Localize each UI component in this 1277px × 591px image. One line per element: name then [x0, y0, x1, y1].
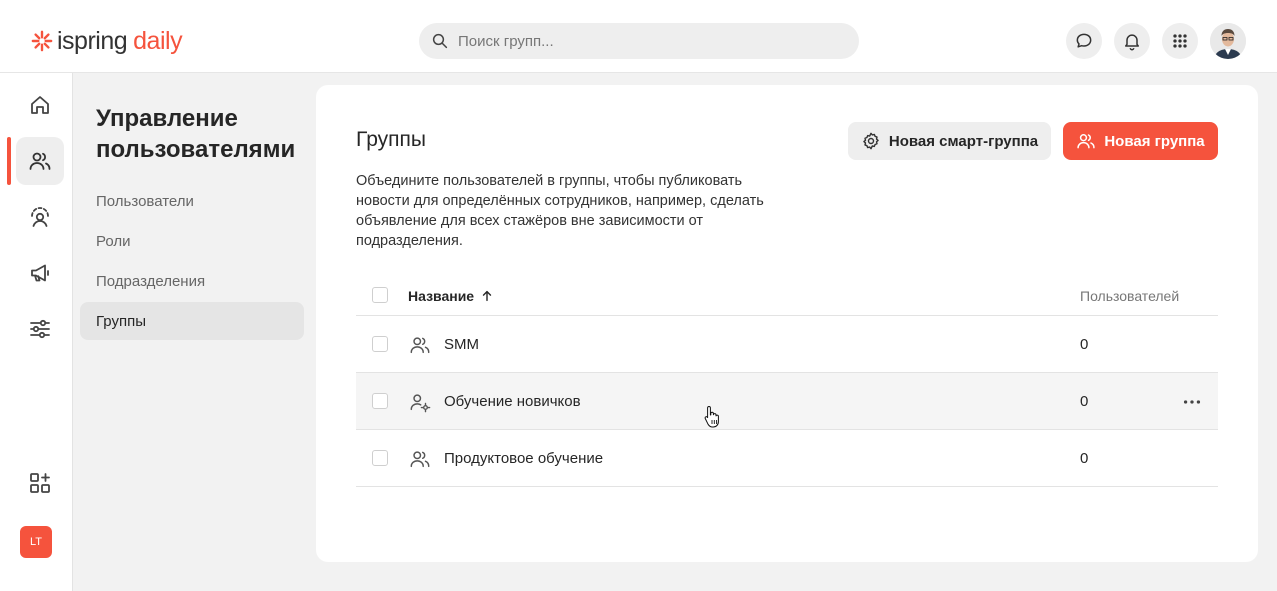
logo-text-daily: daily [133, 26, 183, 55]
search-icon [432, 33, 448, 49]
subnav-item-users[interactable]: Пользователи [80, 182, 304, 220]
group-name[interactable]: Продуктовое обучение [444, 450, 603, 467]
page-description: Объедините пользователей в группы, чтобы… [356, 173, 764, 249]
table-row[interactable]: SMM 0 [356, 316, 1218, 373]
groups-table: Название Пользователей SMM 0 Обучение но… [356, 272, 1218, 487]
table-header: Название Пользователей [356, 272, 1218, 316]
rail-users[interactable] [16, 137, 64, 185]
table-row[interactable]: Обучение новичков 0 [356, 373, 1218, 430]
more-dots-icon [1183, 400, 1201, 404]
new-smart-group-button[interactable]: Новая смарт-группа [848, 122, 1051, 160]
users-icon [410, 451, 430, 468]
hand-cursor-icon [704, 406, 719, 428]
row-checkbox[interactable] [372, 450, 388, 466]
subnav-item-groups[interactable]: Группы [80, 302, 304, 340]
active-indicator [7, 137, 11, 185]
bell-icon [1125, 34, 1139, 51]
section-title: Управление пользователями [96, 105, 296, 163]
search-input[interactable] [458, 32, 838, 50]
rail-trainees[interactable] [16, 193, 64, 241]
new-group-button[interactable]: Новая группа [1063, 122, 1218, 160]
row-more-button[interactable] [1181, 391, 1203, 413]
new-group-label: Новая группа [1104, 132, 1205, 150]
section-nav: Управление пользователями Пользователи Р… [73, 73, 316, 591]
row-checkbox[interactable] [372, 336, 388, 352]
table-row[interactable]: Продуктовое обучение 0 [356, 430, 1218, 487]
notifications-button[interactable] [1114, 23, 1150, 59]
user-avatar[interactable] [1210, 23, 1246, 59]
logo[interactable]: ispring daily [31, 26, 183, 56]
row-checkbox[interactable] [372, 393, 388, 409]
sort-arrow-up-icon [482, 290, 492, 302]
avatar-photo-icon [1210, 23, 1246, 59]
left-rail: LT [0, 73, 73, 591]
column-users-header[interactable]: Пользователей [1080, 288, 1179, 304]
search-bar[interactable] [419, 23, 859, 59]
add-widget-icon [30, 473, 50, 493]
select-all-checkbox[interactable] [372, 287, 388, 303]
new-smart-group-label: Новая смарт-группа [888, 132, 1039, 150]
rail-news[interactable] [16, 249, 64, 297]
logo-icon [31, 30, 53, 52]
page-title: Группы [356, 128, 426, 151]
chat-icon [1076, 33, 1092, 48]
column-name-header[interactable]: Название [408, 288, 494, 304]
top-bar: ispring daily [0, 0, 1277, 73]
users-icon [29, 152, 51, 170]
group-name[interactable]: SMM [444, 336, 479, 353]
group-name[interactable]: Обучение новичков [444, 393, 581, 410]
apps-button[interactable] [1162, 23, 1198, 59]
apps-grid-icon [1173, 34, 1187, 48]
home-icon [31, 96, 49, 114]
logo-text-ispring: ispring [57, 26, 128, 55]
smart-group-icon [410, 394, 431, 413]
megaphone-icon [31, 264, 49, 282]
gear-icon [863, 132, 879, 150]
group-user-count: 0 [1080, 336, 1089, 353]
subnav-item-roles[interactable]: Роли [80, 222, 304, 260]
settings-sliders-icon [30, 319, 50, 339]
column-name-label: Название [408, 288, 475, 304]
users-icon [410, 337, 430, 354]
subnav-item-departments[interactable]: Подразделения [80, 262, 304, 300]
user-badge[interactable]: LT [20, 526, 52, 558]
trainee-icon [31, 207, 49, 227]
groups-card: Группы Объедините пользователей в группы… [316, 85, 1258, 562]
rail-home[interactable] [16, 81, 64, 129]
group-user-count: 0 [1080, 393, 1089, 410]
chat-button[interactable] [1066, 23, 1102, 59]
rail-add-widget[interactable] [16, 459, 64, 507]
group-user-count: 0 [1080, 450, 1089, 467]
users-icon [1077, 134, 1096, 149]
rail-settings[interactable] [16, 305, 64, 353]
